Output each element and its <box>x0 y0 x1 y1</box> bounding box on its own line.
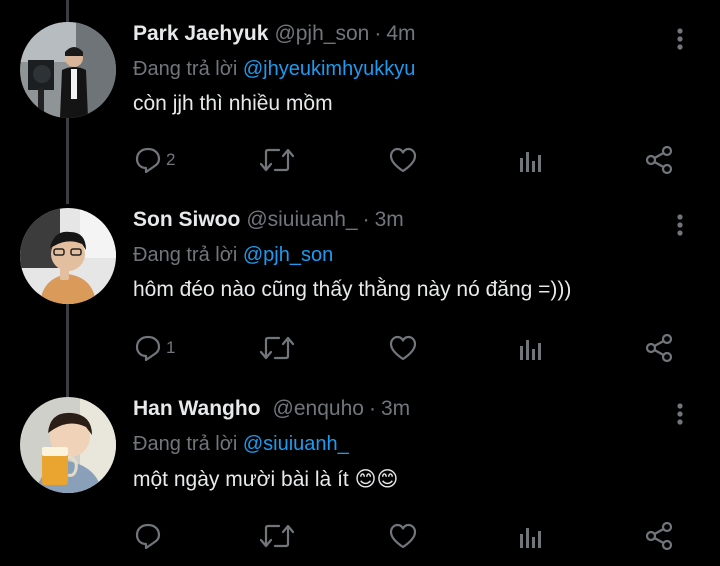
reply-icon <box>135 523 161 550</box>
replying-to-handle[interactable]: @siuiuanh_ <box>243 433 349 455</box>
timestamp[interactable]: 3m <box>381 397 410 421</box>
replying-to-label: Đang trả lời <box>133 433 238 455</box>
replying-to-label: Đang trả lời <box>133 58 238 80</box>
reply-button[interactable] <box>134 518 166 554</box>
more-icon[interactable] <box>668 212 692 238</box>
tweet[interactable]: Park Jaehyuk @pjh_son · 4m Đang trả lời … <box>0 22 720 192</box>
username[interactable]: @siuiuanh_ <box>246 208 357 232</box>
reply-icon <box>135 147 161 174</box>
avatar[interactable] <box>20 22 116 118</box>
retweet-button[interactable] <box>259 142 295 178</box>
tweet-header: Park Jaehyuk @pjh_son · 4m <box>133 22 416 52</box>
avatar-photo <box>20 208 116 304</box>
avatar-photo <box>20 397 116 493</box>
action-bar: 1 <box>0 330 720 366</box>
retweet-button[interactable] <box>259 330 295 366</box>
replying-to-handle[interactable]: @jhyeukimhyukkyu <box>243 58 416 80</box>
display-name[interactable]: Han Wangho <box>133 397 261 421</box>
tweet[interactable]: Han Wangho @enquho · 3m Đang trả lời @si… <box>0 397 720 566</box>
stats-icon <box>520 152 541 172</box>
reply-count: 1 <box>166 338 176 357</box>
share-icon <box>645 145 673 175</box>
retweet-icon <box>259 148 295 172</box>
more-icon[interactable] <box>668 26 692 52</box>
separator-dot: · <box>374 22 382 45</box>
share-button[interactable] <box>644 142 674 178</box>
thread-line <box>66 0 69 22</box>
tweet-text: còn jjh thì nhiều mồm <box>133 92 333 115</box>
replying-to-handle[interactable]: @pjh_son <box>243 244 333 266</box>
share-button[interactable] <box>644 330 674 366</box>
retweet-icon <box>259 524 295 548</box>
stats-button[interactable] <box>518 330 544 366</box>
display-name[interactable]: Son Siwoo <box>133 208 240 232</box>
avatar-photo <box>20 22 116 118</box>
share-button[interactable] <box>644 518 674 554</box>
avatar[interactable] <box>20 397 116 493</box>
timestamp[interactable]: 3m <box>375 208 404 232</box>
username[interactable]: @enquho <box>273 397 364 421</box>
action-bar <box>0 518 720 554</box>
separator-dot: · <box>362 208 370 231</box>
tweet[interactable]: Son Siwoo @siuiuanh_ · 3m Đang trả lời @… <box>0 208 720 378</box>
tweet-header: Son Siwoo @siuiuanh_ · 3m <box>133 208 404 238</box>
display-name[interactable]: Park Jaehyuk <box>133 22 268 46</box>
timestamp[interactable]: 4m <box>386 22 415 46</box>
tweet-header: Han Wangho @enquho · 3m <box>133 397 410 427</box>
heart-icon <box>389 335 417 361</box>
retweet-icon <box>259 336 295 360</box>
username[interactable]: @pjh_son <box>274 22 369 46</box>
replying-to-label: Đang trả lời <box>133 244 238 266</box>
stats-icon <box>520 528 541 548</box>
share-icon <box>645 333 673 363</box>
share-icon <box>645 521 673 551</box>
separator-dot: · <box>368 397 376 420</box>
replying-to: Đang trả lời @siuiuanh_ <box>133 433 349 456</box>
reply-button[interactable]: 2 <box>134 142 175 178</box>
tweet-text: một ngày mười bài là ít 😊😊 <box>133 468 399 491</box>
stats-icon <box>520 340 541 360</box>
retweet-button[interactable] <box>259 518 295 554</box>
reply-icon <box>135 335 161 362</box>
like-button[interactable] <box>388 142 418 178</box>
tweet-text: hôm đéo nào cũng thấy thằng này nó đăng … <box>133 278 572 301</box>
avatar[interactable] <box>20 208 116 304</box>
heart-icon <box>389 147 417 173</box>
replying-to: Đang trả lời @jhyeukimhyukkyu <box>133 58 415 81</box>
like-button[interactable] <box>388 518 418 554</box>
like-button[interactable] <box>388 330 418 366</box>
reply-button[interactable]: 1 <box>134 330 175 366</box>
action-bar: 2 <box>0 142 720 178</box>
heart-icon <box>389 523 417 549</box>
more-icon[interactable] <box>668 401 692 427</box>
stats-button[interactable] <box>518 142 544 178</box>
reply-count: 2 <box>166 150 176 169</box>
replying-to: Đang trả lời @pjh_son <box>133 244 333 267</box>
stats-button[interactable] <box>518 518 544 554</box>
